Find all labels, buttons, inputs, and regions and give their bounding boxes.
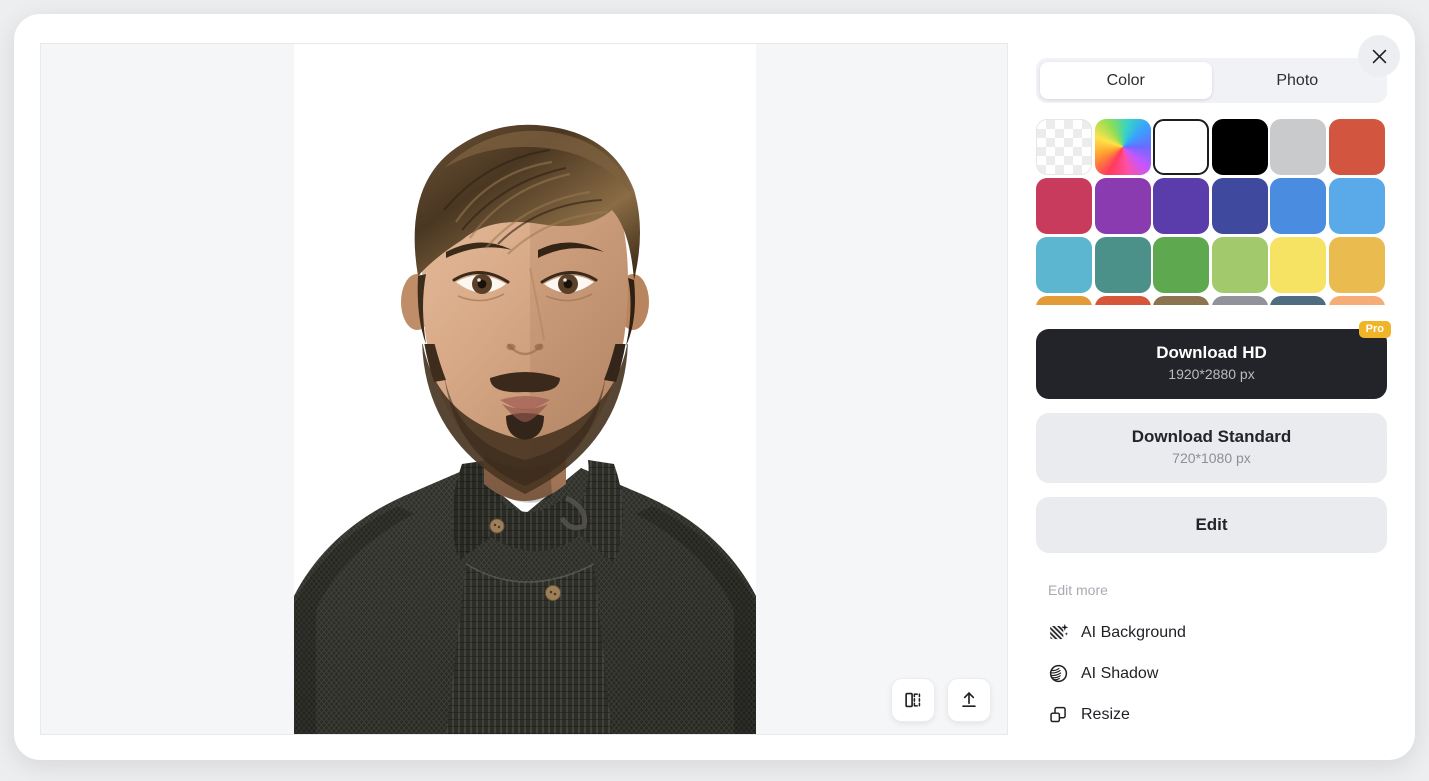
swatch-peach[interactable] (1328, 296, 1385, 305)
swatch-light-green[interactable] (1211, 237, 1268, 293)
swatch-crimson[interactable] (1036, 178, 1092, 234)
swatch-green[interactable] (1153, 237, 1210, 293)
tab-photo[interactable]: Photo (1212, 62, 1384, 99)
sweater-button-top (489, 518, 505, 534)
options-sidebar: Color Photo Pro Download HD 1920*2880 px… (1036, 58, 1401, 748)
background-type-tabs: Color Photo (1036, 58, 1387, 103)
close-button[interactable] (1358, 35, 1400, 77)
tab-color[interactable]: Color (1040, 62, 1212, 99)
image-canvas (40, 43, 1008, 735)
download-standard-subtitle: 720*1080 px (1172, 450, 1251, 466)
swatch-black[interactable] (1211, 119, 1268, 175)
edit-more-item-resize[interactable]: Resize (1036, 694, 1401, 735)
swatch-burnt-orange[interactable] (1094, 296, 1151, 305)
color-swatch-grid (1036, 119, 1387, 305)
pro-badge: Pro (1358, 321, 1391, 338)
swatch-sky-blue[interactable] (1328, 178, 1385, 234)
edit-more-label: Edit more (1048, 582, 1108, 598)
swatch-white[interactable] (1153, 119, 1210, 175)
swatch-violet[interactable] (1153, 178, 1210, 234)
upload-button[interactable] (947, 678, 991, 722)
swatch-tan[interactable] (1153, 296, 1210, 305)
swatch-cyan[interactable] (1036, 237, 1092, 293)
edit-button[interactable]: Edit (1036, 497, 1387, 553)
edit-more-item-ai-shadow[interactable]: AI Shadow (1036, 653, 1401, 694)
result-photo (294, 44, 756, 734)
swatch-custom-picker[interactable] (1094, 119, 1151, 175)
download-hd-subtitle: 1920*2880 px (1168, 366, 1255, 382)
swatch-amber[interactable] (1328, 237, 1385, 293)
ai-shadow-icon (1049, 664, 1068, 683)
upload-arrow-icon (962, 692, 976, 708)
swatch-orange[interactable] (1036, 296, 1092, 305)
swatch-teal[interactable] (1094, 237, 1151, 293)
swatch-yellow[interactable] (1270, 237, 1327, 293)
swatch-light-gray[interactable] (1270, 119, 1327, 175)
swatch-slate[interactable] (1270, 296, 1327, 305)
edit-more-list: AI Background AI Shadow Resize (1036, 612, 1401, 735)
edit-more-item-ai-background[interactable]: AI Background (1036, 612, 1401, 653)
download-hd-title: Download HD (1156, 343, 1267, 362)
swatch-brick-red[interactable] (1328, 119, 1385, 175)
ai-background-icon (1050, 623, 1069, 640)
download-standard-button[interactable]: Download Standard 720*1080 px (1036, 413, 1387, 483)
download-actions: Pro Download HD 1920*2880 px Download St… (1036, 321, 1391, 553)
swatch-blue[interactable] (1270, 178, 1327, 234)
edit-more-item-label: AI Background (1081, 623, 1186, 641)
close-icon (1372, 49, 1386, 63)
swatch-indigo[interactable] (1211, 178, 1268, 234)
result-modal: Color Photo Pro Download HD 1920*2880 px… (14, 14, 1415, 760)
swatch-purple[interactable] (1094, 178, 1151, 234)
download-standard-title: Download Standard (1131, 427, 1292, 446)
resize-icon (1050, 706, 1066, 723)
portrait-illustration (294, 44, 756, 734)
swatch-gray[interactable] (1211, 296, 1268, 305)
compare-split-icon (905, 692, 921, 708)
color-swatch-area (1036, 119, 1387, 305)
edit-more-item-label: Resize (1081, 705, 1130, 723)
canvas-tools (891, 678, 991, 722)
download-hd-button[interactable]: Pro Download HD 1920*2880 px (1036, 321, 1391, 399)
compare-toggle-button[interactable] (891, 678, 935, 722)
edit-more-item-label: AI Shadow (1081, 664, 1159, 682)
sweater-button-bottom (545, 585, 561, 601)
swatch-transparent[interactable] (1036, 119, 1092, 175)
